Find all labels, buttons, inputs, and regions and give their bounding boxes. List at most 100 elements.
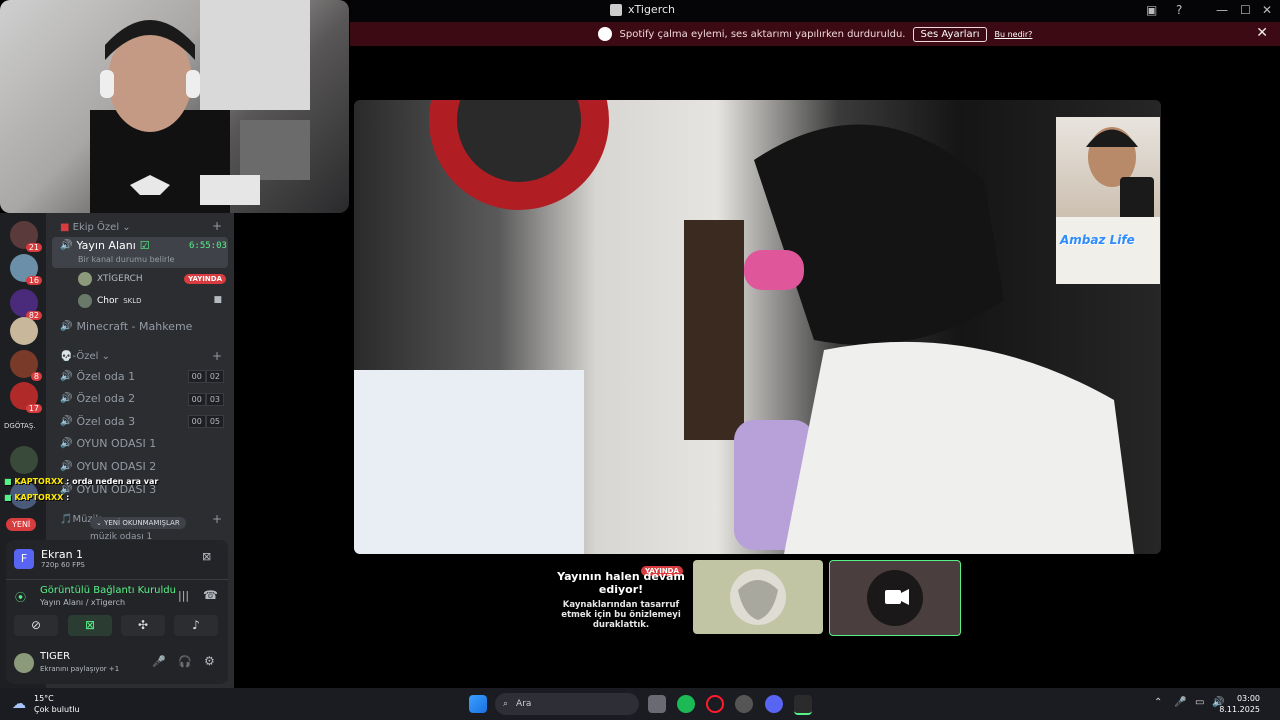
chat-message: ■ KAPTORXX : xyxy=(4,493,70,502)
activities-button[interactable]: ✣ xyxy=(121,615,165,636)
connection-status[interactable]: Görüntülü Bağlantı Kuruldu xyxy=(40,585,176,596)
main-stream-view[interactable] xyxy=(354,100,1161,554)
app-icon[interactable] xyxy=(735,695,753,713)
gear-icon[interactable]: ⚙ xyxy=(204,654,215,668)
avatar xyxy=(78,294,92,308)
date: 8.11.2025 xyxy=(1219,705,1260,714)
start-icon[interactable] xyxy=(469,695,487,713)
temperature: 15°C xyxy=(34,694,54,703)
add-channel-button[interactable]: + xyxy=(212,349,222,363)
pip-camera[interactable]: Ambaz Life xyxy=(1056,117,1160,284)
disconnect-icon[interactable]: ☎ xyxy=(203,588,218,602)
opera-icon[interactable] xyxy=(706,695,724,713)
weather-condition: Çok bulutlu xyxy=(34,705,80,714)
weather-icon[interactable]: ☁ xyxy=(12,696,26,712)
spotify-icon xyxy=(597,27,612,41)
channel-private-room[interactable]: 🔊 Özel oda 2 xyxy=(60,392,135,405)
spotify-message: Spotify çalma eylemi, ses aktarımı yapıl… xyxy=(619,28,906,40)
chevron-up-icon[interactable]: ⌃ xyxy=(1154,697,1162,708)
headphones-icon[interactable]: 🎧 xyxy=(178,655,192,668)
voice-user[interactable]: XTİGERCH xyxy=(78,272,143,286)
server-icon[interactable]: 8 xyxy=(10,350,42,381)
screen-share-icon: F xyxy=(14,549,34,569)
screen-share-button[interactable]: ⊠ xyxy=(68,615,112,636)
user-status: Ekranını paylaşıyor +1 xyxy=(40,665,120,673)
taskbar: ☁ 15°C Çok bulutlu ⌕ Ara ⌃ 🎤 ▭ 🔊 03:00 8… xyxy=(0,688,1280,720)
minimize-button[interactable]: — xyxy=(1216,3,1228,17)
stop-share-icon[interactable]: ⊠ xyxy=(202,550,211,563)
tiger-avatar-image xyxy=(730,569,786,625)
unread-messages-pill[interactable]: ⌄ YENİ OKUNMAMIŞLAR xyxy=(90,517,186,529)
app-icon xyxy=(610,3,622,16)
microphone-tray-icon[interactable]: 🎤 xyxy=(1174,697,1186,708)
webcam-overlay xyxy=(0,0,349,213)
stream-image xyxy=(354,100,1134,554)
participant-tile[interactable] xyxy=(693,560,823,634)
category-private[interactable]: 💀-Özel ⌄ xyxy=(60,351,110,362)
time: 03:00 xyxy=(1236,694,1260,703)
chat-message: ■ KAPTORXX : orda neden ara var xyxy=(4,477,159,486)
voice-user[interactable]: Chor SKLD xyxy=(78,294,142,308)
paused-preview-message: YAYINDA Yayının halen devam ediyor! Kayn… xyxy=(555,560,687,632)
category-team[interactable]: ■ Ekip Özel ⌄ xyxy=(60,222,131,233)
user-panel: TIGER Ekranını paylaşıyor +1 🎤 🎧 ⚙ xyxy=(6,645,228,681)
channel-private-room[interactable]: 🔊 Özel oda 3 xyxy=(60,415,135,428)
connection-location[interactable]: Yayın Alanı / xTigerch xyxy=(40,598,125,607)
live-badge: YAYINDA xyxy=(184,274,226,284)
clock[interactable]: 03:00 8.11.2025 xyxy=(1219,693,1260,715)
weather-widget[interactable]: 15°C Çok bulutlu xyxy=(34,693,80,715)
window-title-text: xTigerch xyxy=(628,3,675,16)
sound-settings-button[interactable]: Ses Ayarları xyxy=(913,26,987,42)
microphone-icon[interactable]: 🎤 xyxy=(152,655,166,668)
spotify-taskbar-icon[interactable] xyxy=(677,695,695,713)
server-text-icon[interactable]: DGÖTAŞ. xyxy=(4,422,36,430)
search-placeholder: Ara xyxy=(516,699,532,709)
channel-game-room[interactable]: 🔊 OYUN ODASI 1 xyxy=(60,437,156,450)
channel-timer: 6:55:03 xyxy=(189,241,227,251)
camera-off-button[interactable]: ⊘ xyxy=(14,615,58,636)
what-is-this-link[interactable]: Bu nedir? xyxy=(995,30,1033,39)
server-icon[interactable] xyxy=(10,446,38,474)
mention-badge: 21 xyxy=(25,243,42,252)
screen-name: Ekran 1 xyxy=(41,548,84,561)
pip-label: Ambaz Life xyxy=(1060,233,1135,247)
streaming-app-icon[interactable] xyxy=(794,695,812,715)
help-icon[interactable]: ? xyxy=(1176,3,1182,17)
discord-icon[interactable] xyxy=(765,695,783,713)
server-icon[interactable]: 17 xyxy=(10,382,42,413)
server-icon[interactable]: 82 xyxy=(10,289,42,320)
avatar[interactable] xyxy=(14,653,34,673)
mention-badge: 8 xyxy=(30,372,42,381)
window-title-bar: xTigerch ▣ ? — ☐ ✕ xyxy=(350,0,1280,22)
camera-tile-image xyxy=(867,570,923,626)
channel-private-room[interactable]: 🔊 Özel oda 1 xyxy=(60,370,135,383)
video-camera-icon: ■ xyxy=(213,295,222,305)
close-icon[interactable]: ✕ xyxy=(1256,25,1268,41)
username[interactable]: TIGER xyxy=(40,651,70,662)
mention-badge: 16 xyxy=(25,276,42,285)
channel-status-placeholder[interactable]: Bir kanal durumu belirle xyxy=(78,255,174,264)
display-icon[interactable]: ▭ xyxy=(1195,697,1204,708)
close-window-button[interactable]: ✕ xyxy=(1262,3,1272,17)
divider xyxy=(6,579,228,580)
soundboard-button[interactable]: ♪ xyxy=(174,615,218,636)
task-view-icon[interactable] xyxy=(648,695,666,713)
channel-yayin-alani[interactable]: 🔊 Yayın Alanı ☑ xyxy=(60,239,150,252)
inbox-icon[interactable]: ▣ xyxy=(1146,3,1157,17)
signal-icon: ⦿ xyxy=(15,591,26,604)
add-channel-button[interactable]: + xyxy=(212,219,222,233)
server-icon[interactable]: 21 xyxy=(10,221,42,252)
maximize-button[interactable]: ☐ xyxy=(1240,3,1251,17)
new-messages-pill[interactable]: YENİ xyxy=(6,518,37,531)
search-input[interactable]: ⌕ Ara xyxy=(495,693,639,715)
add-channel-button[interactable]: + xyxy=(212,512,222,526)
pip-image xyxy=(1056,127,1160,284)
participant-tile[interactable] xyxy=(829,560,961,636)
paused-title: Yayının halen devam ediyor! xyxy=(557,570,685,596)
channel-minecraft[interactable]: 🔊 Minecraft - Mahkeme xyxy=(60,320,192,333)
voice-activity-icon[interactable]: ||| xyxy=(178,589,189,602)
room-user-limit: 00 03 xyxy=(187,393,224,406)
server-icon[interactable] xyxy=(10,317,38,345)
server-icon[interactable]: 16 xyxy=(10,254,42,285)
channel-game-room[interactable]: 🔊 OYUN ODASI 2 xyxy=(60,460,156,473)
